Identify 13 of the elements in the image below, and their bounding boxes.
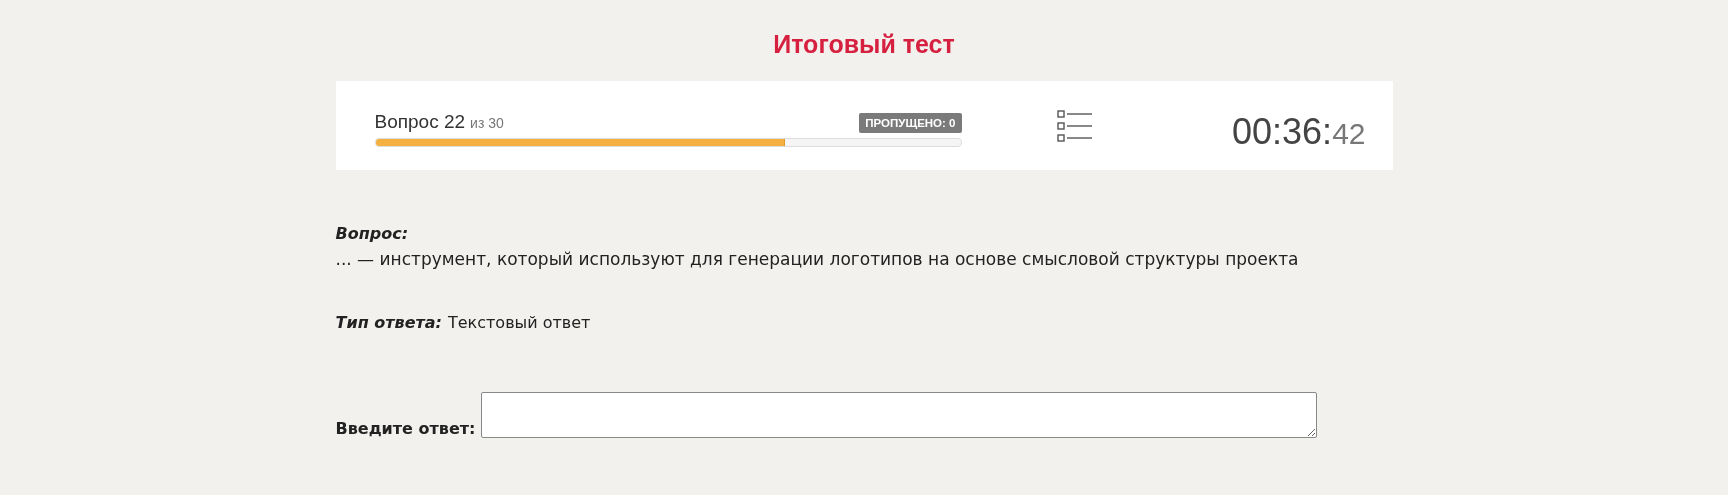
question-counter: Вопрос 22 — [374, 110, 466, 132]
answer-field[interactable] — [481, 392, 1318, 438]
question-label: Вопрос: — [335, 224, 410, 243]
timer: 00:36: — [1232, 110, 1333, 152]
answer-type-label: Тип ответа: — [335, 313, 442, 332]
timer-seconds: 42 — [1332, 116, 1366, 150]
question-total: из 30 — [470, 114, 504, 131]
answer-label: Введите ответ: — [335, 419, 476, 438]
question-text: ... — инструмент, который используют для генерации логотипов на основе смысловой структуры проекта — [335, 249, 1300, 269]
question-list-icon[interactable] — [1056, 109, 1093, 142]
page-title: Итоговый тест — [772, 29, 956, 60]
skipped-badge: ПРОПУЩЕНО: 0 — [859, 112, 962, 133]
answer-type-value: Текстовый ответ — [447, 313, 591, 332]
